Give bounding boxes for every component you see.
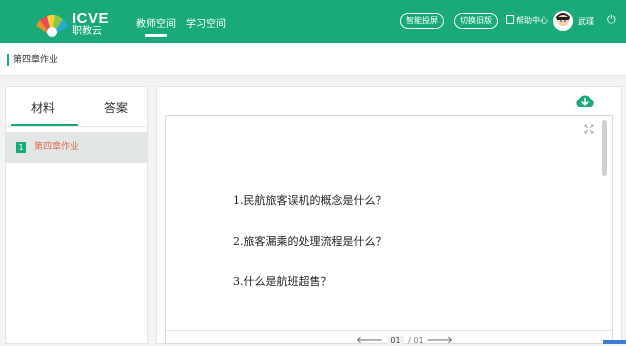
help-icon <box>506 15 514 24</box>
top-bar: ICVE 职教云 教师空间 学习空间 智能投屏 切换旧版 帮助中心 武瑾 ⏻ <box>0 0 626 43</box>
corner-widget[interactable] <box>603 340 626 344</box>
tab-materials[interactable]: 材料 <box>31 99 55 116</box>
switch-old-version-button[interactable]: 切换旧版 <box>454 13 498 29</box>
prev-arrow-icon[interactable]: 🡐 <box>356 335 383 346</box>
download-icon[interactable] <box>575 92 595 112</box>
smart-cast-button[interactable]: 智能投屏 <box>400 13 444 29</box>
breadcrumb-bar: 第四章作业 <box>0 43 626 76</box>
question-1: 1.民航旅客误机的概念是什么？ <box>233 194 387 207</box>
pager-divider <box>166 330 612 331</box>
logo-icon[interactable] <box>32 4 72 40</box>
username[interactable]: 武瑾 <box>578 16 594 27</box>
tab-answers[interactable]: 答案 <box>104 99 128 116</box>
question-2: 2.旅客漏乘的处理流程是什么？ <box>233 235 387 248</box>
expand-icon[interactable] <box>584 124 594 134</box>
brand-subtitle: 职教云 <box>72 26 102 37</box>
breadcrumb: 第四章作业 <box>7 54 58 66</box>
avatar[interactable] <box>553 11 573 31</box>
scrollbar[interactable] <box>602 120 607 176</box>
next-arrow-icon[interactable]: 🡒 <box>426 335 453 346</box>
list-item[interactable]: 1 第四章作业 <box>6 132 147 163</box>
brand-name: ICVE <box>72 10 110 27</box>
question-3: 3.什么是航班超售？ <box>233 275 332 288</box>
power-icon[interactable]: ⏻ <box>607 13 616 27</box>
left-panel: 材料 答案 1 第四章作业 <box>5 86 148 344</box>
tab-divider <box>6 126 147 127</box>
item-number: 1 <box>16 142 26 153</box>
nav-study-space[interactable]: 学习空间 <box>186 15 226 30</box>
help-center-link[interactable]: 帮助中心 <box>506 15 548 26</box>
active-tab-indicator <box>11 124 78 126</box>
document-viewer: 1.民航旅客误机的概念是什么？ 2.旅客漏乘的处理流程是什么？ 3.什么是航班超… <box>165 115 613 346</box>
help-label: 帮助中心 <box>516 16 548 25</box>
item-label: 第四章作业 <box>34 142 80 152</box>
brand: ICVE 职教云 <box>72 11 109 37</box>
nav-teacher-space[interactable]: 教师空间 <box>136 15 176 37</box>
pager: 🡐 01 / 01 🡒 <box>356 334 453 346</box>
